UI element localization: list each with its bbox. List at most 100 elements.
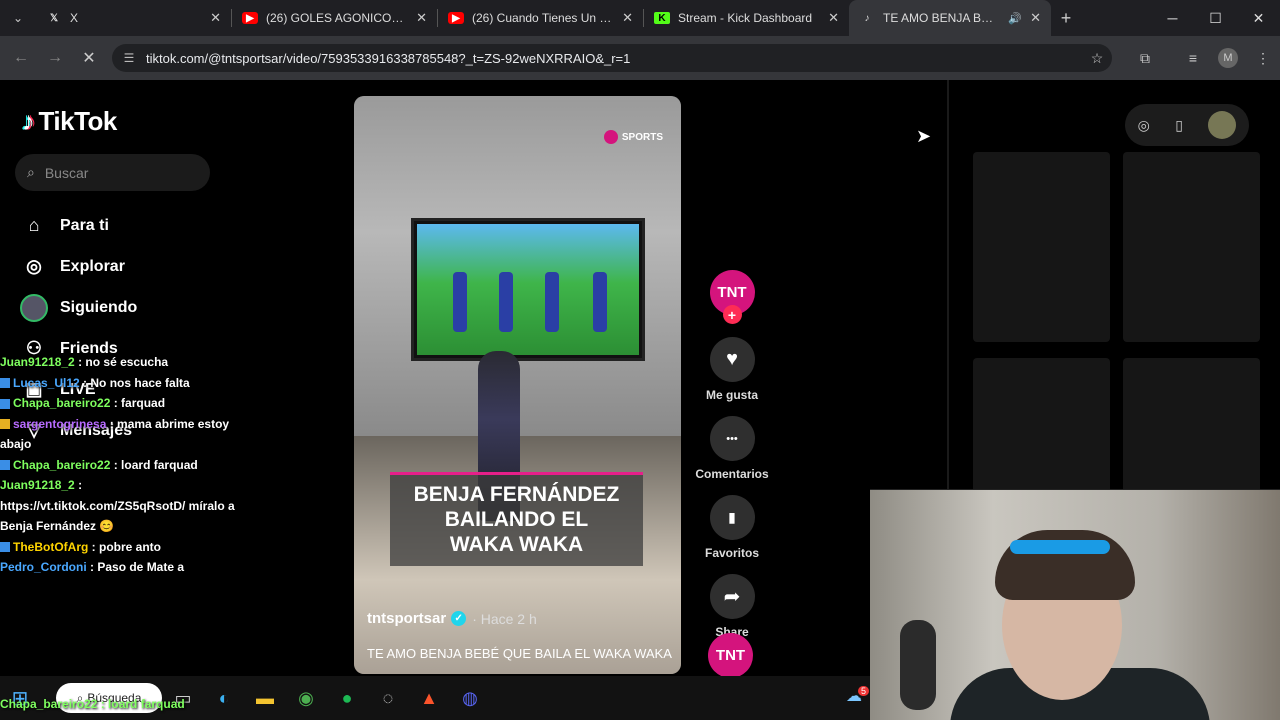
share-icon[interactable]: ➦ bbox=[709, 574, 755, 619]
close-icon[interactable]: ✕ bbox=[1030, 10, 1041, 26]
bookmark-star-icon[interactable]: ☆ bbox=[1080, 50, 1114, 67]
tab-search-button[interactable]: ⌄ bbox=[0, 0, 36, 36]
chat-text: : Paso de Mate a bbox=[86, 560, 185, 574]
nav-label: Siguiendo bbox=[60, 298, 138, 316]
tab-tiktok-active[interactable]: ♪ TE AMO BENJA BEBÉ QU 🔊 ✕ bbox=[849, 0, 1051, 36]
chat-badge-icon bbox=[0, 542, 10, 553]
chrome-icon[interactable]: ◉ bbox=[286, 676, 326, 720]
stop-loading-icon[interactable]: ✕ bbox=[72, 41, 106, 75]
tab-label: Stream - Kick Dashboard bbox=[678, 11, 813, 25]
user-avatar[interactable] bbox=[1208, 111, 1237, 139]
favorite-button[interactable]: ▮ Favoritos bbox=[696, 495, 768, 560]
tv-player bbox=[545, 272, 559, 332]
like-button[interactable]: ♥ Me gusta bbox=[696, 337, 768, 402]
video-player[interactable]: SPORTS BENJA FERNÁNDEZ BAILANDO EL WAKA … bbox=[354, 96, 681, 674]
mouse-cursor-icon: ➤ bbox=[916, 126, 932, 146]
speaker-icon[interactable]: 🔊 bbox=[1008, 12, 1022, 25]
author-name[interactable]: tntsportsar bbox=[367, 610, 446, 627]
chat-text: : loard farquad bbox=[110, 457, 198, 472]
media-control-icon[interactable]: ≡ bbox=[1176, 50, 1210, 66]
search-input[interactable]: ⌕ Buscar bbox=[15, 154, 210, 191]
tab-youtube-cuando[interactable]: ▶ (26) Cuando Tienes Un Día F ✕ bbox=[438, 0, 643, 36]
creator-avatar[interactable]: TNT + bbox=[709, 270, 755, 324]
address-bar[interactable]: ☰ tiktok.com/@tntsportsar/video/75935339… bbox=[112, 44, 1112, 72]
new-tab-button[interactable]: + bbox=[1051, 8, 1081, 29]
close-icon[interactable]: ✕ bbox=[210, 10, 221, 26]
sidebar-item-explorar[interactable]: ◎ Explorar bbox=[20, 246, 137, 287]
edge-icon[interactable]: ◐ bbox=[204, 676, 244, 720]
comment-icon[interactable]: ••• bbox=[709, 416, 755, 461]
following-avatar-icon bbox=[20, 293, 48, 322]
creator-avatar-text: TNT bbox=[717, 284, 747, 301]
search-icon: ⌕ bbox=[27, 164, 35, 180]
tv-player bbox=[453, 272, 467, 332]
next-creator-avatar[interactable]: TNT bbox=[708, 633, 753, 676]
brave-icon[interactable]: ▲ bbox=[409, 676, 449, 720]
chat-user: Chapa_bareiro22 bbox=[13, 457, 111, 472]
favorite-label: Favoritos bbox=[704, 546, 759, 560]
tab-kick-dashboard[interactable]: K Stream - Kick Dashboard ✕ bbox=[644, 0, 849, 36]
chat-message: Pedro_Cordoni : Paso de Mate a bbox=[0, 557, 240, 578]
loading-placeholder bbox=[973, 152, 1110, 342]
tnt-logo-icon bbox=[603, 130, 618, 144]
obs-icon[interactable]: ◌ bbox=[368, 676, 408, 720]
tab-youtube-goles[interactable]: ▶ (26) GOLES AGONICOS EN E ✕ bbox=[232, 0, 437, 36]
notification-badge: 5 bbox=[858, 686, 870, 696]
explore-icon[interactable]: ◎ bbox=[1138, 117, 1150, 134]
spotify-icon[interactable]: ● bbox=[327, 676, 367, 720]
share-button[interactable]: ➦ Share bbox=[696, 574, 768, 639]
youtube-icon: ▶ bbox=[242, 12, 258, 24]
video-author[interactable]: tntsportsar ✓ · Hace 2 h bbox=[367, 610, 537, 627]
home-icon: ⌂ bbox=[28, 215, 40, 235]
chat-text: : No nos hace falta bbox=[79, 375, 190, 390]
streamer-webcam bbox=[870, 489, 1280, 720]
tv-player bbox=[499, 272, 513, 332]
chat-message: Chapa_bareiro22 : farquad bbox=[0, 393, 240, 414]
close-icon[interactable]: ✕ bbox=[622, 10, 633, 26]
verified-badge-icon: ✓ bbox=[451, 611, 467, 626]
profile-avatar[interactable]: M bbox=[1218, 48, 1238, 68]
chat-message: Juan91218_2 : https://vt.tiktok.com/ZS5q… bbox=[0, 475, 240, 537]
stream-chat-overlay: Juan91218_2 : no sé escucha Lucas_Ul12 :… bbox=[0, 352, 240, 578]
heart-icon[interactable]: ♥ bbox=[709, 337, 755, 382]
close-icon[interactable]: ✕ bbox=[828, 10, 839, 26]
minimize-icon[interactable]: ─ bbox=[1151, 0, 1194, 36]
browser-toolbar-right: ☆ ⧉ ≡ M ⋮ bbox=[1080, 36, 1280, 80]
sidebar-item-siguiendo[interactable]: Siguiendo bbox=[20, 287, 137, 328]
discord-icon[interactable]: ◍ bbox=[450, 676, 490, 720]
tiktok-logo[interactable]: ♪ TikTok bbox=[22, 106, 117, 137]
bookmark-icon[interactable]: ▮ bbox=[709, 495, 755, 540]
caption-accent-line bbox=[390, 472, 643, 475]
x-logo-icon: 𝕏 bbox=[49, 12, 59, 24]
chat-message-overlap: Chapa_bareiro22 : loard farquad bbox=[0, 697, 185, 711]
site-info-icon[interactable]: ☰ bbox=[112, 51, 146, 65]
back-arrow-icon[interactable]: ← bbox=[4, 41, 38, 75]
logo-text: TikTok bbox=[38, 106, 118, 136]
maximize-icon[interactable]: ☐ bbox=[1194, 0, 1237, 36]
tab-x[interactable]: 𝕏 X ✕ bbox=[36, 0, 231, 36]
chat-text: : no sé escucha bbox=[74, 355, 169, 369]
device-icon[interactable]: ▯ bbox=[1175, 117, 1183, 134]
chat-message: Lucas_Ul12 : No nos hace falta bbox=[0, 373, 240, 394]
file-explorer-icon[interactable]: ▬ bbox=[245, 676, 285, 720]
forward-arrow-icon[interactable]: → bbox=[38, 41, 72, 75]
onedrive-icon[interactable]: ☁5 bbox=[846, 686, 870, 706]
brand-text: SPORTS bbox=[621, 131, 663, 143]
sidebar-item-para-ti[interactable]: ⌂ Para ti bbox=[20, 205, 137, 246]
close-window-icon[interactable]: ✕ bbox=[1237, 0, 1280, 36]
microphone bbox=[900, 620, 936, 710]
panel-divider bbox=[947, 80, 949, 500]
chat-message: Juan91218_2 : no sé escucha bbox=[0, 352, 240, 373]
follow-plus-icon[interactable]: + bbox=[722, 305, 742, 324]
video-actions: TNT + ♥ Me gusta ••• Comentarios ▮ Favor… bbox=[695, 270, 769, 653]
comment-button[interactable]: ••• Comentarios bbox=[695, 416, 769, 481]
chat-text: : pobre anto bbox=[88, 539, 161, 554]
chat-message: Chapa_bareiro22 : loard farquad bbox=[0, 455, 240, 476]
video-caption-box: BENJA FERNÁNDEZ BAILANDO EL WAKA WAKA bbox=[390, 472, 643, 566]
menu-dots-icon[interactable]: ⋮ bbox=[1246, 50, 1280, 67]
chat-user: sargentogrinesa bbox=[13, 416, 107, 431]
search-placeholder: Buscar bbox=[44, 164, 89, 181]
chat-user: Chapa_bareiro22 bbox=[13, 396, 111, 410]
extensions-icon[interactable]: ⧉ bbox=[1128, 50, 1162, 67]
close-icon[interactable]: ✕ bbox=[416, 10, 427, 26]
